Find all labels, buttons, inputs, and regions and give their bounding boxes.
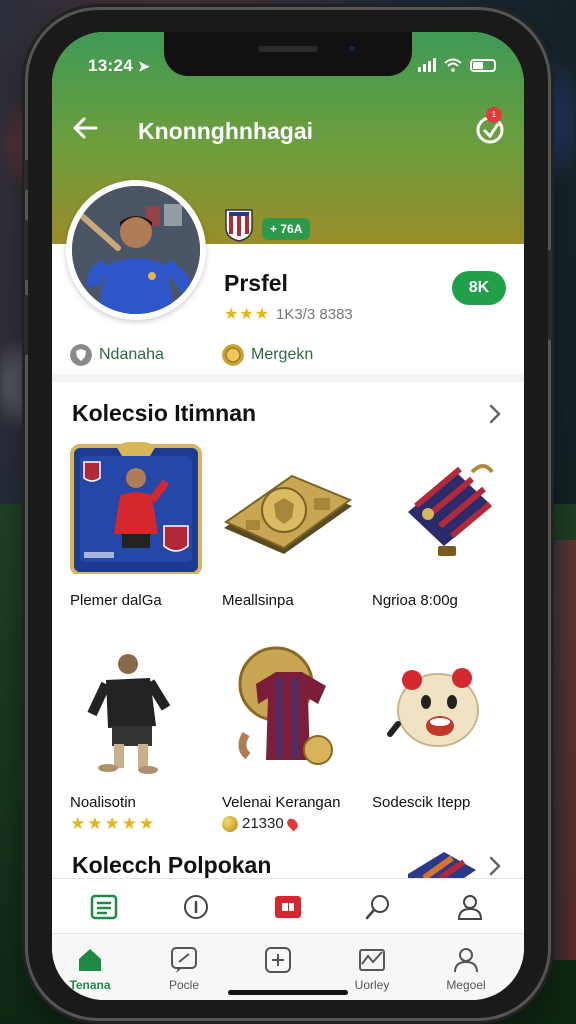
status-time: 13:24 ➤ (88, 56, 151, 75)
tab-add[interactable] (248, 946, 308, 978)
section-title-collection: Kolecsio Itimnan (72, 400, 257, 426)
tab-edit[interactable]: Pocle (154, 946, 214, 992)
player-card-icon (70, 441, 202, 576)
page-title: Knonnghnhagai (138, 118, 314, 144)
meta-coins[interactable]: Mergekn (222, 344, 313, 366)
tab-home[interactable]: Tenana (60, 946, 120, 992)
home-indicator[interactable] (228, 990, 348, 995)
avatar[interactable] (66, 180, 206, 320)
shield-icon (70, 344, 92, 366)
coin-icon (222, 344, 244, 366)
collection-item[interactable]: Plemer dalGa (70, 441, 210, 609)
status-icons (418, 58, 496, 72)
power-button (548, 250, 552, 340)
home-icon (79, 949, 101, 971)
item-label: Plemer dalGa (70, 592, 162, 609)
tab-profile-label: Megoel (446, 978, 486, 992)
collection-item[interactable]: Sodescik Itepp (372, 644, 512, 811)
volume-up-button (24, 220, 28, 280)
wifi-icon (444, 58, 462, 72)
notifications-button[interactable]: 1 (472, 107, 512, 148)
section-title-secondary: Kolecch Polpokan (72, 852, 272, 878)
rating-text: 1K3/3 8383 (276, 305, 353, 323)
video-icon[interactable] (274, 893, 302, 921)
list-icon[interactable] (90, 893, 118, 921)
notch (164, 32, 412, 76)
back-button[interactable] (66, 108, 106, 148)
item-label: Sodescik Itepp (372, 794, 471, 811)
coin-icon (222, 815, 238, 832)
battery-icon (470, 59, 496, 72)
phone-frame: 13:24 ➤ Knonnghnhagai 1 + 76A Prsfel ★★★… (24, 10, 552, 1018)
search-icon[interactable] (364, 893, 392, 921)
meta-club[interactable]: Ndanaha (70, 344, 164, 366)
scarf-preview-icon (408, 852, 476, 878)
plus-icon (265, 947, 291, 973)
tab-edit-label: Pocle (168, 978, 200, 992)
secondary-tab-bar (52, 878, 524, 934)
player-photo-icon (72, 186, 200, 314)
item-label: Ngrioa 8:00g (372, 592, 458, 609)
striped-jersey-icon (238, 646, 333, 765)
collection-item[interactable]: Meallsinpa (222, 442, 362, 609)
black-jersey-player-icon (87, 654, 171, 774)
item-rating-stars: ★★★★★ (70, 814, 157, 833)
meta-coins-label: Mergekn (251, 346, 314, 363)
mascot-icon (387, 668, 479, 747)
user-icon (454, 948, 478, 973)
top-bar: Knonnghnhagai 1 (52, 107, 524, 152)
profile-rating: ★★★ 1K3/3 8383 (224, 304, 353, 324)
tab-profile[interactable]: Megoel (436, 946, 496, 992)
mute-switch (24, 160, 28, 190)
item-price-value: 21330 (242, 815, 284, 832)
item-label: Noalisotin (70, 794, 136, 811)
collection-item[interactable]: Ngrioa 8:00g (372, 442, 512, 609)
item-label: Velenai Kerangan (222, 794, 341, 811)
gold-badge-icon (223, 474, 353, 554)
edit-icon (171, 947, 197, 973)
signal-icon (418, 58, 436, 72)
item-price: 21330 (222, 815, 362, 832)
chevron-right-icon[interactable] (488, 403, 502, 425)
chevron-right-icon[interactable] (488, 855, 502, 877)
tab-home-label: Tenana (69, 978, 111, 992)
back-arrow-icon (73, 117, 98, 139)
mail-icon (359, 949, 385, 971)
notification-badge: 1 (486, 107, 502, 123)
scarf-bag-icon (408, 464, 494, 556)
volume-down-button (24, 295, 28, 355)
tab-messages[interactable]: Uorley (342, 946, 402, 992)
club-crest-icon (225, 209, 253, 242)
rating-stars: ★★★ (224, 306, 271, 323)
user-icon[interactable] (456, 893, 484, 921)
level-badge: + 76A (262, 218, 311, 240)
profile-name: Prsfel (224, 270, 288, 296)
app-screen: 13:24 ➤ Knonnghnhagai 1 + 76A Prsfel ★★★… (52, 32, 524, 1000)
collection-content: Kolecsio Itimnan Plemer dalGa Meallsinpa… (52, 382, 524, 878)
tab-messages-label: Uorley (354, 978, 390, 992)
location-arrow-icon: ➤ (138, 58, 151, 74)
follow-button[interactable]: 8K (452, 271, 506, 305)
item-label: Meallsinpa (222, 592, 294, 609)
collection-item[interactable]: Velenai Kerangan 21330 (222, 644, 362, 832)
info-icon[interactable] (182, 893, 210, 921)
location-pin-icon (284, 816, 300, 831)
collection-item[interactable]: Noalisotin ★★★★★ (70, 644, 210, 834)
meta-club-label: Ndanaha (99, 346, 164, 363)
